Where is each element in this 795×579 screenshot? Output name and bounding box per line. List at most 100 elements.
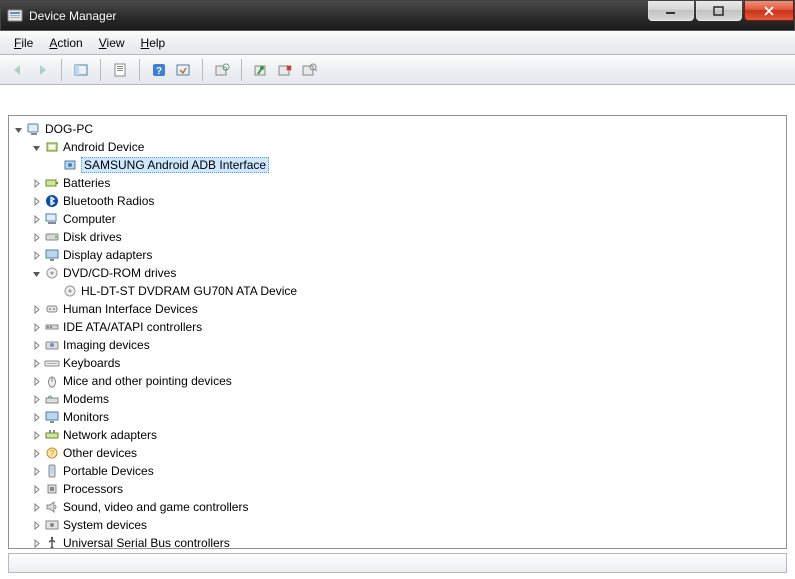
expand-toggle[interactable] <box>11 122 25 136</box>
tree-root[interactable]: DOG-PC <box>11 120 784 138</box>
tree-item[interactable]: Monitors <box>11 408 784 426</box>
scan-hardware-button[interactable] <box>297 58 321 82</box>
tree-item[interactable]: Computer <box>11 210 784 228</box>
uninstall-button[interactable] <box>273 58 297 82</box>
disk-icon <box>44 229 60 245</box>
action-button[interactable] <box>171 58 195 82</box>
properties-button[interactable] <box>108 58 132 82</box>
tree-item[interactable]: Batteries <box>11 174 784 192</box>
tree-item[interactable]: Modems <box>11 390 784 408</box>
expand-toggle[interactable] <box>29 338 43 352</box>
close-button[interactable] <box>744 1 794 21</box>
tree-item-label: Disk drives <box>63 230 122 244</box>
expand-toggle[interactable] <box>29 266 43 280</box>
tree-item[interactable]: Keyboards <box>11 354 784 372</box>
tree-item-label: Bluetooth Radios <box>63 194 154 208</box>
tree-item-label: Portable Devices <box>63 464 154 478</box>
expand-toggle[interactable] <box>29 392 43 406</box>
back-button[interactable] <box>6 58 30 82</box>
tree-item[interactable]: Network adapters <box>11 426 784 444</box>
tree-item-label: IDE ATA/ATAPI controllers <box>63 320 202 334</box>
expand-toggle[interactable] <box>29 140 43 154</box>
maximize-button[interactable] <box>696 1 742 21</box>
bluetooth-icon <box>44 193 60 209</box>
expand-toggle[interactable] <box>29 428 43 442</box>
tree-item[interactable]: ?Other devices <box>11 444 784 462</box>
expand-toggle[interactable] <box>29 248 43 262</box>
tree-item[interactable]: System devices <box>11 516 784 534</box>
tree-item[interactable]: Sound, video and game controllers <box>11 498 784 516</box>
battery-icon <box>44 175 60 191</box>
tree-item-label: Modems <box>63 392 109 406</box>
title-bar: Device Manager <box>1 1 794 31</box>
tree-item[interactable]: Universal Serial Bus controllers <box>11 534 784 549</box>
modem-icon <box>44 391 60 407</box>
help-button[interactable]: ? <box>147 58 171 82</box>
tree-item[interactable]: Bluetooth Radios <box>11 192 784 210</box>
system-icon <box>44 517 60 533</box>
expand-toggle[interactable] <box>29 194 43 208</box>
device-adb-icon <box>62 157 78 173</box>
device-generic-icon <box>44 139 60 155</box>
expand-toggle[interactable] <box>29 302 43 316</box>
menu-view[interactable]: View <box>91 34 133 52</box>
tree-item-label: Human Interface Devices <box>63 302 198 316</box>
tree-item[interactable]: Android Device <box>11 138 784 156</box>
expand-toggle[interactable] <box>29 212 43 226</box>
other-icon: ? <box>44 445 60 461</box>
menu-help[interactable]: Help <box>133 34 174 52</box>
cpu-icon <box>44 481 60 497</box>
tree-item-label: Display adapters <box>63 248 152 262</box>
minimize-button[interactable] <box>648 1 694 21</box>
enable-button[interactable] <box>249 58 273 82</box>
tree-item[interactable]: Display adapters <box>11 246 784 264</box>
expand-toggle[interactable] <box>29 356 43 370</box>
menu-bar: File Action View Help <box>0 31 795 55</box>
hid-icon <box>44 301 60 317</box>
network-icon <box>44 427 60 443</box>
tree-item-label: Android Device <box>63 140 144 154</box>
tree-item[interactable]: Processors <box>11 480 784 498</box>
computer-icon <box>44 211 60 227</box>
expand-toggle[interactable] <box>29 320 43 334</box>
imaging-icon <box>44 337 60 353</box>
menu-file[interactable]: File <box>6 34 41 52</box>
tree-item-label: Imaging devices <box>63 338 150 352</box>
forward-button[interactable] <box>30 58 54 82</box>
update-driver-button[interactable] <box>210 58 234 82</box>
tree-item[interactable]: Imaging devices <box>11 336 784 354</box>
device-tree[interactable]: DOG-PC Android Device SAMSUNG Android ADB … <box>9 116 786 549</box>
expand-toggle[interactable] <box>29 464 43 478</box>
tree-item-label: DOG-PC <box>45 122 93 136</box>
tree-item[interactable]: Mice and other pointing devices <box>11 372 784 390</box>
tree-item[interactable]: HL-DT-ST DVDRAM GU70N ATA Device <box>11 282 784 300</box>
tree-item[interactable]: IDE ATA/ATAPI controllers <box>11 318 784 336</box>
app-icon <box>7 8 23 24</box>
show-hide-console-tree-button[interactable] <box>69 58 93 82</box>
tree-item-label: Monitors <box>63 410 109 424</box>
svg-text:?: ? <box>50 449 55 458</box>
expand-toggle[interactable] <box>29 446 43 460</box>
tree-item-label: Network adapters <box>63 428 157 442</box>
expand-toggle[interactable] <box>29 500 43 514</box>
menu-action[interactable]: Action <box>41 34 90 52</box>
expand-toggle[interactable] <box>29 482 43 496</box>
tree-item[interactable]: Portable Devices <box>11 462 784 480</box>
tree-item[interactable]: SAMSUNG Android ADB Interface <box>11 156 784 174</box>
tree-item[interactable]: Disk drives <box>11 228 784 246</box>
tree-item[interactable]: DVD/CD-ROM drives <box>11 264 784 282</box>
expand-toggle[interactable] <box>29 230 43 244</box>
optical-icon <box>62 283 78 299</box>
device-tree-pane: DOG-PC Android Device SAMSUNG Android ADB … <box>8 115 787 549</box>
svg-text:?: ? <box>156 66 162 77</box>
window-title: Device Manager <box>29 9 116 23</box>
expand-toggle[interactable] <box>29 536 43 549</box>
optical-icon <box>44 265 60 281</box>
window-controls <box>648 1 794 21</box>
expand-toggle[interactable] <box>29 374 43 388</box>
expand-toggle[interactable] <box>29 518 43 532</box>
expand-toggle[interactable] <box>29 410 43 424</box>
tree-item[interactable]: Human Interface Devices <box>11 300 784 318</box>
expand-toggle[interactable] <box>29 176 43 190</box>
tree-item-label: DVD/CD-ROM drives <box>63 266 176 280</box>
